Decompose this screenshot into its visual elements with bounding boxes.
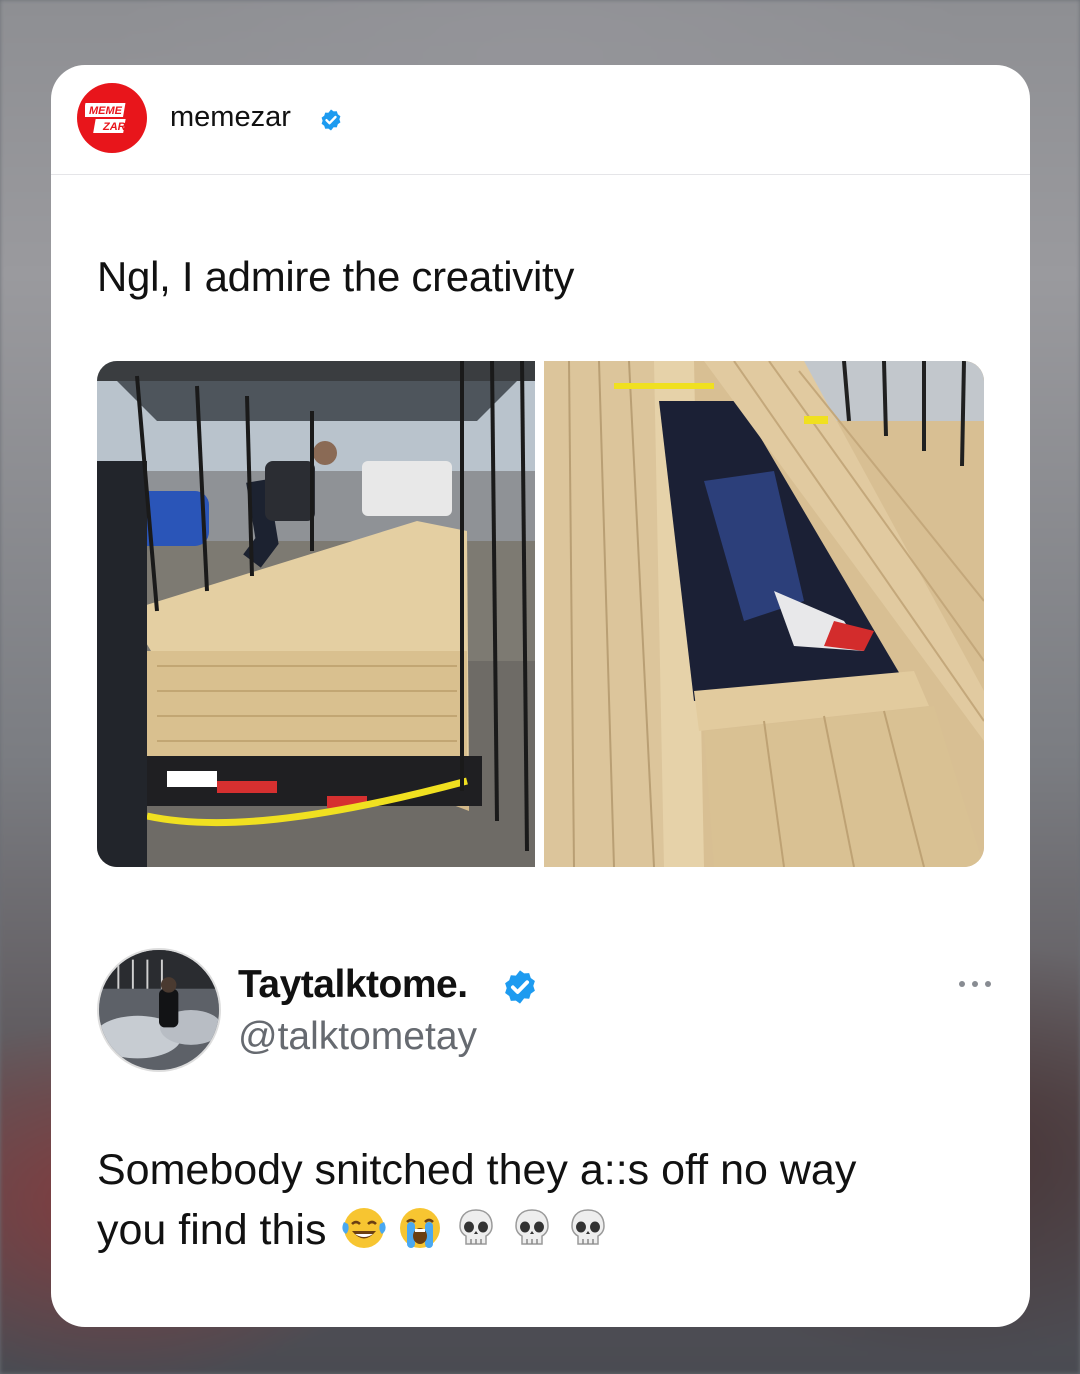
tweet-text-line-2: you find this xyxy=(97,1200,977,1260)
post-header: MEME ZAR memezar xyxy=(51,65,1030,175)
logo-text-bottom: ZAR xyxy=(102,121,126,133)
tweet-avatar-image xyxy=(99,950,219,1070)
hidden-compartment-image xyxy=(544,361,984,867)
more-dot xyxy=(959,981,965,987)
memezar-logo[interactable]: MEME ZAR xyxy=(77,83,147,153)
trailer-lumber-image xyxy=(97,361,535,867)
post-card: MEME ZAR memezar Ngl, I admire the creat… xyxy=(51,65,1030,1327)
account-name[interactable]: memezar xyxy=(170,101,291,134)
verified-badge-icon xyxy=(321,109,341,131)
skull-icon xyxy=(571,1209,606,1245)
tweet-handle[interactable]: @talktometay xyxy=(238,1015,477,1059)
photo-hidden-compartment[interactable] xyxy=(544,361,984,867)
loudly-crying-face-icon xyxy=(400,1208,441,1248)
tweet-avatar[interactable] xyxy=(97,948,221,1072)
memezar-logo-mark: MEME ZAR xyxy=(85,103,126,133)
logo-text-top: MEME xyxy=(89,105,123,117)
more-options-icon[interactable] xyxy=(959,977,991,991)
face-with-tears-of-joy-icon xyxy=(342,1208,387,1248)
tweet-text-line-1: Somebody snitched they a::s off no way xyxy=(97,1146,857,1194)
tweet-text-line-2-text: you find this xyxy=(97,1206,327,1254)
tweet-verified-badge-icon xyxy=(505,970,535,1004)
tweet-text: Somebody snitched they a::s off no way y… xyxy=(97,1140,977,1260)
post-caption: Ngl, I admire the creativity xyxy=(97,253,575,300)
tweet-display-name[interactable]: Taytalktome. xyxy=(238,963,468,1007)
more-dot xyxy=(985,981,991,987)
photo-trailer-lumber[interactable] xyxy=(97,361,535,867)
skull-icon xyxy=(515,1209,550,1245)
skull-icon xyxy=(459,1209,494,1245)
more-dot xyxy=(972,981,978,987)
